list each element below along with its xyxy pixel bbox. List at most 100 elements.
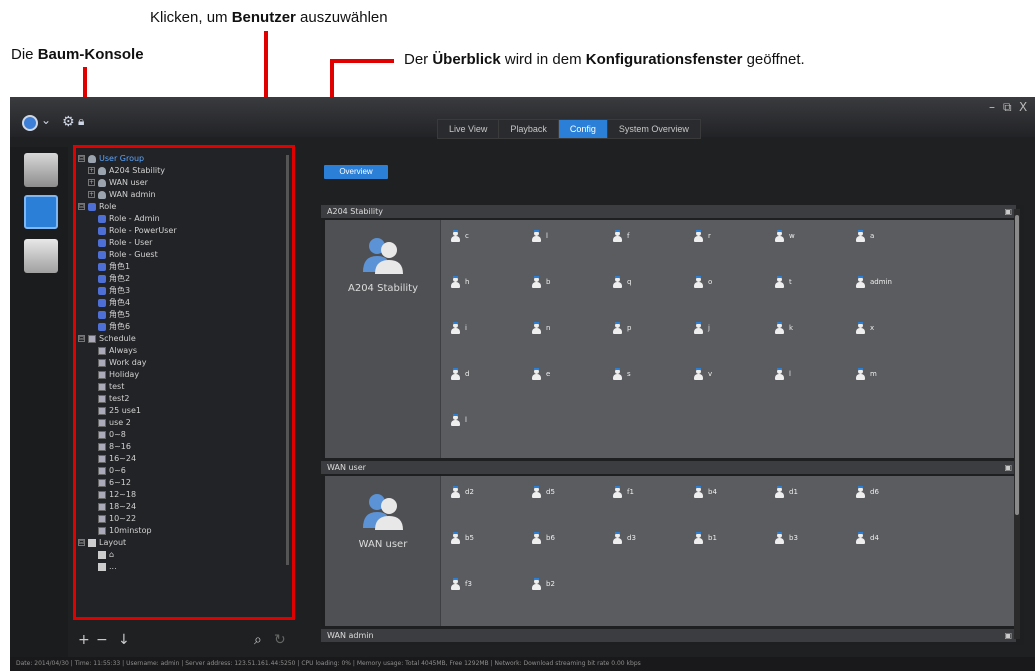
user-tile[interactable]: d — [451, 367, 469, 380]
user-tile[interactable]: b — [532, 275, 551, 288]
user-name: x — [870, 324, 875, 332]
user-tile[interactable]: f1 — [613, 485, 634, 498]
panel-header-wan-admin[interactable]: WAN admin ▣ — [321, 629, 1016, 642]
search-icon[interactable]: ⌕ — [254, 632, 262, 648]
panel-header-wan-user[interactable]: WAN user ▣ — [321, 461, 1016, 474]
user-icon — [775, 531, 784, 544]
config-scrollbar-thumb[interactable] — [1015, 215, 1019, 515]
user-tile[interactable]: x — [856, 321, 875, 334]
user-tile[interactable]: t — [775, 275, 792, 288]
annotation-bold: Baum-Konsole — [37, 46, 144, 63]
user-tile[interactable]: r — [694, 229, 711, 242]
user-name: d2 — [465, 488, 474, 496]
close-button[interactable]: X — [1019, 100, 1027, 114]
panel-title: WAN admin — [327, 631, 374, 640]
user-name: j — [708, 324, 710, 332]
user-tile[interactable]: o — [694, 275, 713, 288]
refresh-icon[interactable]: ↻ — [274, 632, 286, 648]
user-name: b4 — [708, 488, 717, 496]
user-icon — [694, 531, 703, 544]
user-tile[interactable]: b6 — [532, 531, 555, 544]
user-name: d6 — [870, 488, 879, 496]
main-menu-icon[interactable] — [22, 115, 38, 131]
user-tile[interactable]: d5 — [532, 485, 555, 498]
tab-live-view[interactable]: Live View — [438, 120, 500, 138]
user-tile[interactable]: n — [532, 321, 550, 334]
group-label: A204 Stability — [347, 283, 419, 294]
lock-icon[interactable]: 🔒︎ — [78, 114, 84, 129]
minimize-button[interactable]: – — [989, 100, 995, 114]
user-tile[interactable]: q — [613, 275, 631, 288]
user-icon — [775, 321, 784, 334]
user-tile[interactable]: d2 — [451, 485, 474, 498]
user-tile[interactable]: d6 — [856, 485, 879, 498]
user-tile[interactable]: h — [451, 275, 469, 288]
annotation-overview: Der Überblick wird in dem Konfigurations… — [404, 51, 805, 68]
user-tile[interactable]: d4 — [856, 531, 879, 544]
user-tile[interactable]: c — [451, 229, 469, 242]
user-tile[interactable]: f — [613, 229, 629, 242]
panel-header-a204[interactable]: A204 Stability ▣ — [321, 205, 1016, 218]
sort-icon[interactable]: ↓ — [118, 632, 130, 648]
user-tile[interactable]: f3 — [451, 577, 472, 590]
remove-icon[interactable]: − — [96, 632, 108, 648]
user-name: d1 — [789, 488, 798, 496]
user-name: r — [708, 232, 711, 240]
server-icon[interactable] — [24, 153, 58, 187]
user-tile[interactable]: e — [532, 367, 550, 380]
user-name: k — [789, 324, 794, 332]
annotation-tree-console: Die Baum-Konsole — [11, 46, 144, 63]
user-tile[interactable]: l — [451, 413, 467, 426]
user-tile[interactable]: b2 — [532, 577, 555, 590]
user-settings-icon[interactable]: ⚙ — [62, 114, 75, 130]
restore-button[interactable]: ⧉ — [1003, 100, 1012, 115]
user-tile[interactable]: i — [451, 321, 467, 334]
user-tile[interactable]: a — [856, 229, 874, 242]
overview-button[interactable]: Overview — [324, 165, 388, 179]
tab-playback[interactable]: Playback — [499, 120, 559, 138]
user-tile[interactable]: v — [694, 367, 712, 380]
chevron-down-icon[interactable]: ⌄ — [41, 113, 51, 127]
status-bar: Date: 2014/04/30 | Time: 11:55:33 | User… — [10, 657, 1035, 671]
help-icon[interactable] — [24, 239, 58, 273]
user-name: o — [708, 278, 713, 286]
user-name: l — [465, 416, 467, 424]
collapse-panel-icon[interactable]: ▣ — [1004, 629, 1012, 642]
tab-system-overview[interactable]: System Overview — [608, 120, 700, 138]
collapse-panel-icon[interactable]: ▣ — [1004, 205, 1012, 218]
user-tile[interactable]: d1 — [775, 485, 798, 498]
group-card: A204 Stability — [325, 220, 441, 458]
user-tile[interactable]: l — [775, 367, 791, 380]
user-icon — [694, 229, 703, 242]
user-tile[interactable]: m — [856, 367, 877, 380]
annotation-text: auszuwählen — [295, 9, 388, 26]
user-tile[interactable]: b3 — [775, 531, 798, 544]
user-tile[interactable]: j — [694, 321, 710, 334]
user-icon — [775, 275, 784, 288]
add-icon[interactable]: + — [78, 632, 90, 648]
user-icon — [856, 367, 865, 380]
tree-toolbar: + − ↓ ⌕ ↻ — [74, 632, 292, 654]
user-tile[interactable]: s — [613, 367, 631, 380]
user-tile[interactable]: p — [613, 321, 631, 334]
user-tile[interactable]: d3 — [613, 531, 636, 544]
user-tile[interactable]: admin — [856, 275, 892, 288]
user-tile[interactable]: l — [532, 229, 548, 242]
user-name: l — [546, 232, 548, 240]
group-label: WAN user — [358, 539, 408, 550]
collapse-panel-icon[interactable]: ▣ — [1004, 461, 1012, 474]
user-group-icon — [363, 238, 403, 274]
user-tile[interactable]: b5 — [451, 531, 474, 544]
user-icon — [694, 321, 703, 334]
annotation-user-select: Klicken, um Benutzer auszuwählen — [150, 9, 388, 26]
user-tile[interactable]: k — [775, 321, 794, 334]
user-name: i — [465, 324, 467, 332]
user-tile[interactable]: b4 — [694, 485, 717, 498]
config-tools-icon[interactable] — [24, 195, 58, 229]
user-icon — [775, 229, 784, 242]
user-name: b — [546, 278, 551, 286]
user-icon — [613, 485, 622, 498]
user-tile[interactable]: b1 — [694, 531, 717, 544]
tab-config[interactable]: Config — [558, 120, 608, 138]
user-tile[interactable]: w — [775, 229, 795, 242]
